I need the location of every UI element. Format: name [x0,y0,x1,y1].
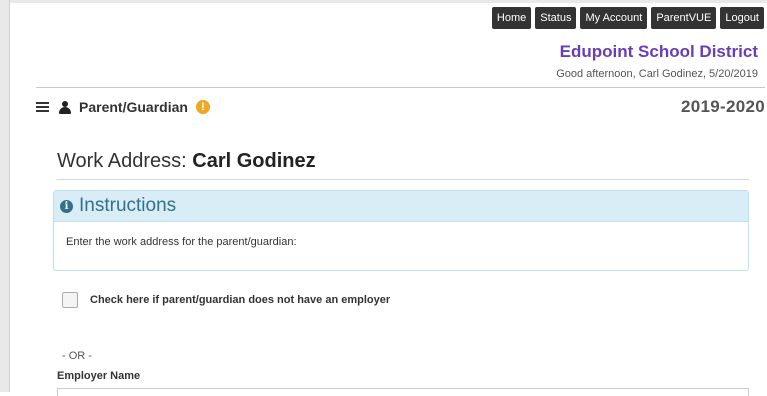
info-icon: i [60,199,73,213]
nav-parentvue-button[interactable]: ParentVUE [651,7,717,29]
window-top-edge [0,0,767,3]
instructions-header: i Instructions [54,191,748,222]
or-separator: - OR - [62,350,92,362]
nav-my-account-button[interactable]: My Account [580,7,648,29]
employer-name-input[interactable] [57,388,749,396]
warning-icon[interactable]: ! [195,100,210,114]
instructions-heading: Instructions [79,195,177,216]
school-year: 2019-2020 [681,97,765,116]
instructions-text: Enter the work address for the parent/gu… [66,236,297,248]
employer-name-label: Employer Name [57,370,141,382]
page-title: Work Address: Carl Godinez [57,150,316,173]
nav-status-button[interactable]: Status [535,7,577,29]
menu-icon[interactable] [36,102,49,112]
nav-logout-button[interactable]: Logout [720,7,764,29]
section-label: Parent/Guardian [79,99,188,115]
no-employer-checkbox[interactable] [62,292,78,308]
page-title-name: Carl Godinez [192,150,316,172]
greeting-text: Good afternoon, Carl Godinez, 5/20/2019 [556,68,758,80]
section-toolbar: Parent/Guardian ! 2019-2020 [36,96,765,118]
instructions-panel: i Instructions Enter the work address fo… [53,190,749,271]
page-title-prefix: Work Address: [57,150,187,172]
no-employer-label[interactable]: Check here if parent/guardian does not h… [90,294,390,306]
title-divider [57,179,749,180]
nav-home-button[interactable]: Home [491,7,532,29]
top-navigation: Home Status My Account ParentVUE Logout [491,7,764,29]
window-left-edge [0,0,10,392]
user-icon [59,100,71,114]
district-name: Edupoint School District [559,42,758,61]
header-divider [36,87,765,88]
no-employer-row: Check here if parent/guardian does not h… [62,292,390,308]
